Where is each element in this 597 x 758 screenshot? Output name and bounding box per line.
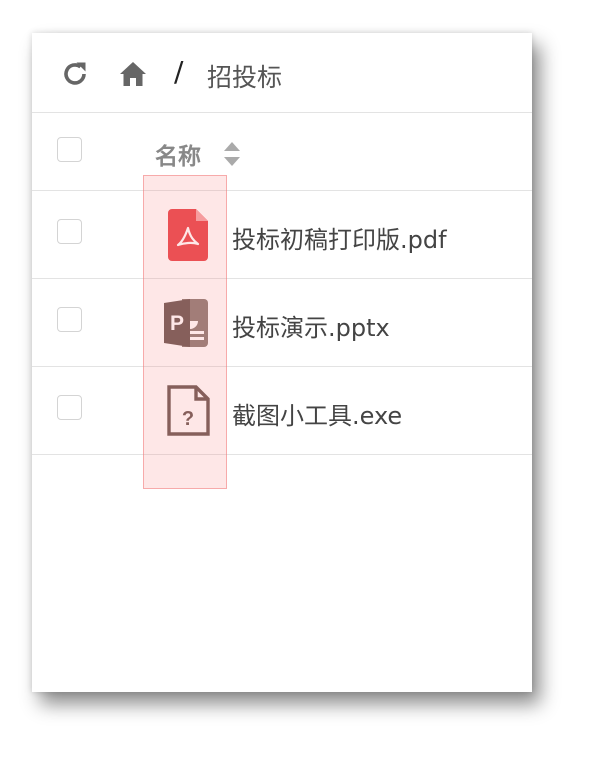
toolbar: / 招投标: [32, 33, 532, 113]
file-name[interactable]: 投标演示.pptx: [232, 308, 390, 343]
table-row[interactable]: P 投标演示.pptx: [32, 279, 532, 367]
select-all-checkbox[interactable]: [57, 137, 82, 162]
row-checkbox[interactable]: [57, 219, 82, 244]
column-header-name[interactable]: 名称: [155, 137, 201, 171]
file-name[interactable]: 投标初稿打印版.pdf: [232, 220, 447, 255]
file-browser-panel: / 招投标 名称 投标初稿打印版.pdf P 投标演示.pptx ? 截图小工具…: [32, 33, 532, 692]
row-checkbox[interactable]: [57, 307, 82, 332]
table-row[interactable]: 投标初稿打印版.pdf: [32, 191, 532, 279]
sort-icon[interactable]: [222, 139, 242, 169]
file-name[interactable]: 截图小工具.exe: [232, 396, 402, 431]
home-icon[interactable]: [118, 59, 148, 89]
table-header: 名称: [32, 113, 532, 191]
icon-column-highlight: [143, 175, 227, 489]
refresh-icon[interactable]: [60, 59, 90, 89]
breadcrumb-separator: /: [174, 55, 184, 88]
table-row[interactable]: ? 截图小工具.exe: [32, 367, 532, 455]
breadcrumb-current-folder[interactable]: 招投标: [207, 58, 282, 94]
row-checkbox[interactable]: [57, 395, 82, 420]
